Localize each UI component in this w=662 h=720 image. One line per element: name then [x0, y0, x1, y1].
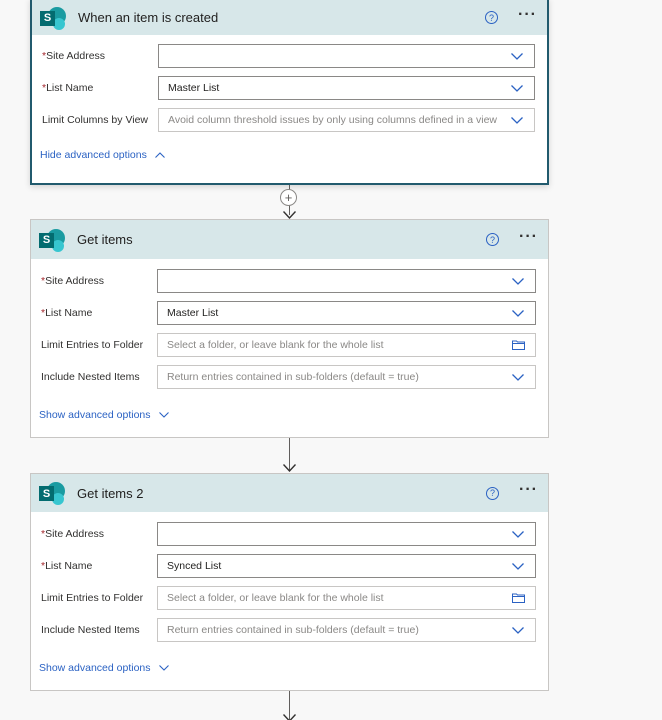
- card-title: When an item is created: [78, 10, 219, 25]
- card-title: Get items 2: [77, 485, 144, 501]
- chevron-down-icon[interactable]: [507, 526, 529, 542]
- chevron-down-icon[interactable]: [506, 112, 528, 128]
- trigger-card-header[interactable]: S When an item is created ? ···: [32, 0, 547, 35]
- arrow-down-icon: [283, 714, 296, 720]
- site-address-row: *Site Address: [39, 265, 536, 297]
- site-address-row: *Site Address: [39, 518, 536, 550]
- limit-columns-row: Limit Columns by View Avoid column thres…: [40, 104, 535, 136]
- site-address-row: *Site Address: [40, 40, 535, 72]
- limit-columns-dropdown[interactable]: Avoid column threshold issues by only us…: [158, 108, 535, 132]
- arrow-down-icon: [283, 464, 296, 472]
- chevron-down-icon: [158, 665, 169, 671]
- nested-items-row: Include Nested Items Return entries cont…: [39, 614, 536, 646]
- get-items-card[interactable]: S Get items ? ··· *Site Address *List Na…: [30, 219, 549, 438]
- get-items-card-header[interactable]: S Get items ? ···: [31, 220, 548, 259]
- more-options-icon[interactable]: ···: [519, 482, 538, 498]
- nested-items-dropdown[interactable]: Return entries contained in sub-folders …: [157, 618, 536, 642]
- site-address-label: *Site Address: [41, 528, 105, 540]
- help-circle-icon[interactable]: ?: [485, 11, 499, 24]
- sharepoint-logo-icon: S: [40, 6, 66, 30]
- card-title: Get items: [77, 232, 133, 247]
- list-name-label: *List Name: [41, 307, 93, 319]
- site-address-label: *Site Address: [41, 275, 105, 287]
- help-circle-icon[interactable]: ?: [486, 233, 500, 246]
- show-advanced-options-link[interactable]: Show advanced options: [39, 662, 169, 674]
- folder-row: Limit Entries to Folder Select a folder,…: [39, 329, 536, 361]
- list-name-dropdown[interactable]: Synced List: [157, 554, 536, 578]
- site-address-dropdown[interactable]: [157, 269, 536, 293]
- chevron-down-icon[interactable]: [506, 80, 528, 96]
- nested-items-dropdown[interactable]: Return entries contained in sub-folders …: [157, 365, 536, 389]
- hide-advanced-options-link[interactable]: Hide advanced options: [40, 149, 165, 161]
- sharepoint-logo-icon: S: [39, 228, 65, 252]
- nested-items-label: Include Nested Items: [41, 371, 140, 383]
- site-address-dropdown[interactable]: [158, 44, 535, 68]
- trigger-card[interactable]: S When an item is created ? ··· *Site Ad…: [30, 0, 549, 185]
- site-address-label: *Site Address: [42, 50, 106, 62]
- list-name-dropdown[interactable]: Master List: [158, 76, 535, 100]
- chevron-down-icon[interactable]: [507, 369, 529, 385]
- chevron-down-icon[interactable]: [506, 48, 528, 64]
- nested-items-label: Include Nested Items: [41, 624, 140, 636]
- list-name-dropdown[interactable]: Master List: [157, 301, 536, 325]
- chevron-up-icon: [154, 152, 165, 158]
- folder-label: Limit Entries to Folder: [41, 592, 144, 604]
- folder-row: Limit Entries to Folder Select a folder,…: [39, 582, 536, 614]
- site-address-dropdown[interactable]: [157, 522, 536, 546]
- chevron-down-icon: [158, 412, 169, 418]
- more-options-icon[interactable]: ···: [518, 6, 537, 23]
- limit-columns-label: Limit Columns by View: [42, 114, 149, 126]
- get-items-2-card-header[interactable]: S Get items 2 ? ···: [31, 474, 548, 512]
- nested-items-row: Include Nested Items Return entries cont…: [39, 361, 536, 393]
- folder-picker[interactable]: Select a folder, or leave blank for the …: [157, 333, 536, 357]
- list-name-row: *List Name Master List: [40, 72, 535, 104]
- folder-icon[interactable]: [507, 590, 529, 606]
- chevron-down-icon[interactable]: [507, 622, 529, 638]
- show-advanced-options-link[interactable]: Show advanced options: [39, 409, 169, 421]
- list-name-row: *List Name Master List: [39, 297, 536, 329]
- help-circle-icon[interactable]: ?: [486, 486, 500, 500]
- list-name-label: *List Name: [41, 560, 93, 572]
- insert-step-button[interactable]: +: [280, 189, 297, 206]
- list-name-row: *List Name Synced List: [39, 550, 536, 582]
- chevron-down-icon[interactable]: [507, 558, 529, 574]
- arrow-down-icon: [283, 211, 296, 219]
- flow-designer-canvas: S When an item is created ? ··· *Site Ad…: [0, 0, 662, 720]
- folder-icon[interactable]: [507, 337, 529, 353]
- sharepoint-logo-icon: S: [39, 481, 65, 505]
- chevron-down-icon[interactable]: [507, 305, 529, 321]
- more-options-icon[interactable]: ···: [519, 228, 538, 245]
- folder-picker[interactable]: Select a folder, or leave blank for the …: [157, 586, 536, 610]
- folder-label: Limit Entries to Folder: [41, 339, 144, 351]
- list-name-label: *List Name: [42, 82, 94, 94]
- chevron-down-icon[interactable]: [507, 273, 529, 289]
- get-items-2-card[interactable]: S Get items 2 ? ··· *Site Address *List …: [30, 473, 549, 691]
